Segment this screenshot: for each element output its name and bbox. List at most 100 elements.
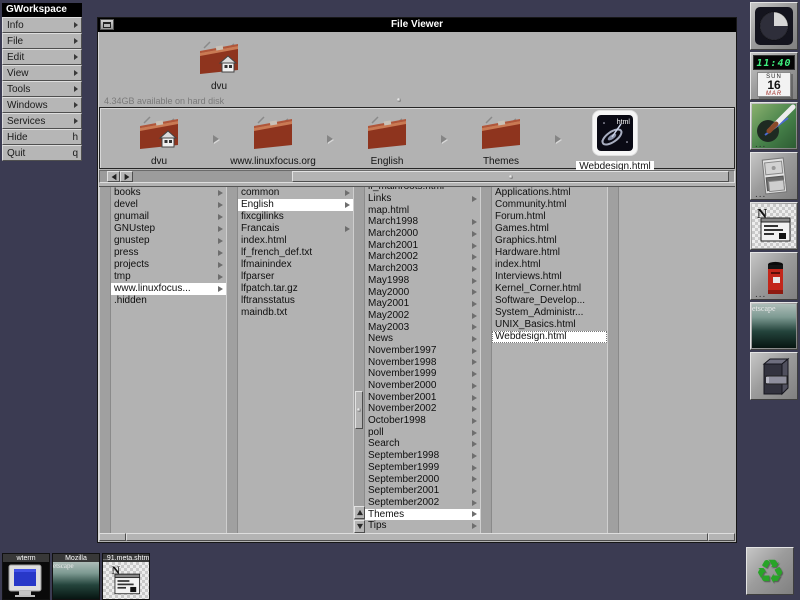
list-item[interactable]: press (111, 247, 226, 259)
scroll-up-button[interactable] (354, 506, 365, 519)
list-item[interactable]: index.html (492, 259, 607, 271)
list-item[interactable]: May2003 (365, 322, 480, 334)
shelf-item-webdesign-html[interactable]: html Webdesign.html (562, 111, 668, 174)
list-item[interactable]: lfpatch.tar.gz (238, 283, 353, 295)
list-item[interactable]: March1998 (365, 216, 480, 228)
dock-tile-netscape[interactable]: N etscape (750, 302, 798, 350)
list-item[interactable]: lfmainindex (238, 259, 353, 271)
list-item[interactable]: projects (111, 259, 226, 271)
list-item[interactable]: November2001 (365, 392, 480, 404)
dock-tile-postbox[interactable]: ... (750, 252, 798, 300)
menu-item-quit[interactable]: Quitq (2, 145, 82, 161)
list-item[interactable]: March2003 (365, 263, 480, 275)
menu-item-view[interactable]: View (2, 65, 82, 81)
list-item[interactable]: Links (365, 193, 480, 205)
scroller-dimple[interactable] (397, 98, 401, 102)
list-item[interactable]: May2000 (365, 287, 480, 299)
list-item[interactable]: fixcgilinks (238, 211, 353, 223)
dock-tile-paintbrush[interactable]: ... (750, 102, 798, 150)
column-scrollbar[interactable] (607, 187, 619, 533)
list-item[interactable]: November1997 (365, 345, 480, 357)
column-scrollbar[interactable] (480, 187, 492, 533)
list-item[interactable]: March2001 (365, 240, 480, 252)
menu-item-windows[interactable]: Windows (2, 97, 82, 113)
list-item[interactable]: November2000 (365, 380, 480, 392)
list-item[interactable]: March2000 (365, 228, 480, 240)
shelf-scroll-left-button[interactable] (107, 171, 120, 182)
list-item[interactable]: Forum.html (492, 211, 607, 223)
list-item[interactable]: May2001 (365, 298, 480, 310)
list-item[interactable]: maindb.txt (238, 307, 353, 319)
list-item[interactable]: September2000 (365, 474, 480, 486)
list-item[interactable]: UNIX_Basics.html (492, 319, 607, 331)
window-titlebar[interactable]: File Viewer (98, 18, 736, 32)
list-item[interactable]: September1998 (365, 450, 480, 462)
resize-bar-right[interactable] (708, 533, 735, 541)
shelf-item-dvu[interactable]: dvu (106, 111, 212, 167)
list-item[interactable]: Applications.html (492, 187, 607, 199)
shelf-scroll-right-button[interactable] (120, 171, 133, 182)
miniwindow-mozilla[interactable]: Mozilla N etscape (52, 553, 100, 600)
list-item[interactable]: lfparser (238, 271, 353, 283)
list-item[interactable]: System_Administr... (492, 307, 607, 319)
list-item[interactable]: index.html (238, 235, 353, 247)
shelf-item-english[interactable]: English (334, 111, 440, 167)
list-item[interactable]: March2002 (365, 251, 480, 263)
list-item[interactable]: English (238, 199, 353, 211)
dock-tile-file-cabinet[interactable]: ... (750, 152, 798, 200)
dock-tile-sphere-logo[interactable] (750, 2, 798, 50)
list-item[interactable]: September2002 (365, 497, 480, 509)
list-item[interactable]: gnustep (111, 235, 226, 247)
list-item[interactable]: November2002 (365, 403, 480, 415)
shelf-scrollbar[interactable] (99, 170, 735, 183)
list-item[interactable]: Graphics.html (492, 235, 607, 247)
list-item[interactable]: common (238, 187, 353, 199)
list-item[interactable]: .hidden (111, 295, 226, 307)
list-item[interactable]: September2001 (365, 485, 480, 497)
list-item[interactable]: Kernel_Corner.html (492, 283, 607, 295)
list-item[interactable]: November1999 (365, 368, 480, 380)
dock-tile-mail-document[interactable]: N (750, 202, 798, 250)
list-item[interactable]: Francais (238, 223, 353, 235)
list-item[interactable]: Games.html (492, 223, 607, 235)
resize-bar-middle[interactable] (126, 533, 708, 541)
root-folder-item[interactable]: dvu (187, 36, 251, 92)
menu-title[interactable]: GWorkspace (2, 3, 82, 17)
miniwindow-wterm[interactable]: wterm (2, 553, 50, 600)
list-item[interactable]: poll (365, 427, 480, 439)
shelf-item-www-linuxfocus-org[interactable]: www.linuxfocus.org (220, 111, 326, 167)
list-item[interactable]: GNUstep (111, 223, 226, 235)
list-item[interactable]: books (111, 187, 226, 199)
menu-item-edit[interactable]: Edit (2, 49, 82, 65)
list-item[interactable]: devel (111, 199, 226, 211)
list-item[interactable]: www.linuxfocus... (111, 283, 226, 295)
list-item[interactable]: Hardware.html (492, 247, 607, 259)
shelf-item-themes[interactable]: Themes (448, 111, 554, 167)
menu-item-info[interactable]: Info (2, 17, 82, 33)
list-item[interactable]: Themes (365, 509, 480, 521)
column-scrollbar[interactable] (353, 187, 365, 533)
list-item[interactable]: News (365, 333, 480, 345)
list-item[interactable]: Tips (365, 520, 480, 532)
scrollbar-thumb[interactable] (355, 391, 363, 429)
dock-tile-drawer-cabinet[interactable] (750, 352, 798, 400)
column-scrollbar[interactable] (99, 187, 111, 533)
menu-item-tools[interactable]: Tools (2, 81, 82, 97)
list-item[interactable]: lftransstatus (238, 295, 353, 307)
list-item[interactable]: Search (365, 438, 480, 450)
menu-item-file[interactable]: File (2, 33, 82, 49)
list-item[interactable]: Community.html (492, 199, 607, 211)
miniwindow-91-meta-shtml[interactable]: ..91.meta.shtml N (102, 553, 150, 600)
list-item[interactable]: May1998 (365, 275, 480, 287)
list-item[interactable]: Webdesign.html (492, 331, 607, 343)
list-item[interactable]: Interviews.html (492, 271, 607, 283)
list-item[interactable]: November1998 (365, 357, 480, 369)
shelf-scrollbar-thumb[interactable] (292, 171, 729, 182)
dock-tile-clock[interactable]: 11:40SUN16MAR (750, 52, 798, 100)
resize-bar[interactable] (99, 533, 735, 541)
list-item[interactable]: Software_Develop... (492, 295, 607, 307)
list-item[interactable]: May2002 (365, 310, 480, 322)
list-item[interactable]: lf_french_def.txt (238, 247, 353, 259)
recycler-dock-tile[interactable]: ♻ (746, 547, 794, 595)
column-scrollbar[interactable] (226, 187, 238, 533)
